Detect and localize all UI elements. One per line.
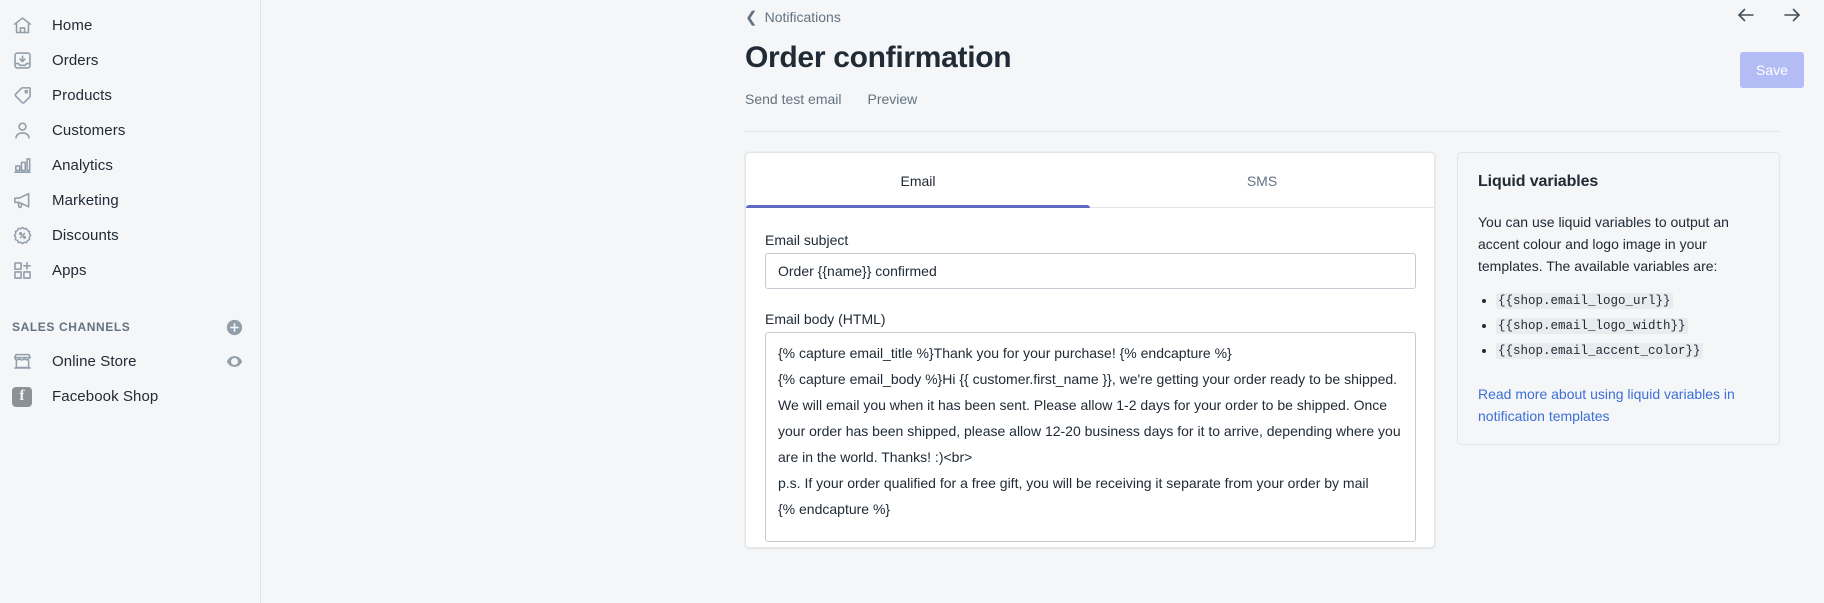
sidebar: Home Orders Products Customers Analytics (0, 0, 261, 603)
email-subject-label: Email subject (765, 232, 1415, 248)
email-subject-field: Email subject (765, 232, 1415, 289)
sidebar-item-label: Discounts (52, 228, 119, 243)
sidebar-item-label: Home (52, 18, 92, 33)
liquid-variable-code: {{shop.email_logo_width}} (1496, 318, 1688, 334)
sidebar-item-label: Apps (52, 263, 87, 278)
sidebar-item-customers[interactable]: Customers (0, 113, 260, 148)
card-body: Email subject Email body (HTML) {% captu… (746, 208, 1434, 547)
storefront-icon (12, 350, 42, 374)
main-area: Save ❮ Notifications Order confirmation … (261, 0, 1824, 603)
list-item: {{shop.email_logo_width}} (1496, 316, 1759, 334)
channel-tabs: Email SMS (746, 153, 1434, 208)
send-test-email-link[interactable]: Send test email (745, 91, 842, 107)
tab-email[interactable]: Email (746, 153, 1090, 207)
list-item: {{shop.email_accent_color}} (1496, 341, 1759, 359)
sidebar-item-online-store[interactable]: Online Store (0, 344, 260, 379)
liquid-variables-list: {{shop.email_logo_url}} {{shop.email_log… (1496, 291, 1759, 359)
liquid-variables-panel: Liquid variables You can use liquid vari… (1457, 152, 1780, 445)
page-title: Order confirmation (745, 41, 1780, 75)
sidebar-item-orders[interactable]: Orders (0, 43, 260, 78)
liquid-variables-title: Liquid variables (1478, 173, 1759, 191)
sidebar-item-apps[interactable]: Apps (0, 253, 260, 288)
breadcrumb[interactable]: ❮ Notifications (745, 9, 841, 25)
preview-link[interactable]: Preview (868, 91, 918, 107)
eye-icon[interactable] (225, 352, 244, 371)
sidebar-item-label: Products (52, 88, 112, 103)
products-tag-icon (12, 84, 42, 108)
chevron-left-icon: ❮ (745, 10, 758, 25)
tab-label: SMS (1247, 173, 1277, 189)
content-columns: Email SMS Email subject Email body (HTML… (745, 152, 1780, 548)
tab-sms[interactable]: SMS (1090, 153, 1434, 207)
marketing-megaphone-icon (12, 189, 42, 213)
sidebar-item-marketing[interactable]: Marketing (0, 183, 260, 218)
sidebar-item-discounts[interactable]: Discounts (0, 218, 260, 253)
header-divider (745, 131, 1779, 132)
sales-channels-title: SALES CHANNELS (12, 320, 130, 334)
page-content: ❮ Notifications Order confirmation Send … (745, 0, 1780, 548)
tab-label: Email (900, 173, 935, 189)
save-button[interactable]: Save (1740, 52, 1804, 88)
sidebar-item-facebook-shop[interactable]: f Facebook Shop (0, 379, 260, 414)
page-actions: Send test email Preview (745, 91, 1780, 107)
apps-grid-plus-icon (12, 259, 42, 283)
liquid-variable-code: {{shop.email_logo_url}} (1496, 293, 1673, 309)
liquid-variable-code: {{shop.email_accent_color}} (1496, 343, 1703, 359)
orders-icon (12, 49, 42, 73)
sales-channels-header: SALES CHANNELS (0, 310, 260, 344)
sidebar-item-label: Customers (52, 123, 125, 138)
liquid-variables-description: You can use liquid variables to output a… (1478, 211, 1759, 277)
arrow-left-icon[interactable] (1734, 3, 1758, 27)
discounts-percent-icon (12, 224, 42, 248)
list-item: {{shop.email_logo_url}} (1496, 291, 1759, 309)
analytics-bar-chart-icon (12, 154, 42, 178)
notification-card: Email SMS Email subject Email body (HTML… (745, 152, 1435, 548)
email-body-textarea[interactable]: {% capture email_title %}Thank you for y… (765, 332, 1416, 542)
liquid-variables-docs-link[interactable]: Read more about using liquid variables i… (1478, 383, 1740, 427)
arrow-right-icon[interactable] (1780, 3, 1804, 27)
sidebar-item-label: Online Store (52, 354, 137, 369)
home-icon (12, 14, 42, 38)
sidebar-item-home[interactable]: Home (0, 8, 260, 43)
sidebar-item-label: Orders (52, 53, 98, 68)
history-nav (1734, 3, 1804, 27)
sidebar-item-products[interactable]: Products (0, 78, 260, 113)
sidebar-item-label: Facebook Shop (52, 389, 158, 404)
plus-circle-icon[interactable] (225, 318, 244, 337)
sidebar-item-label: Analytics (52, 158, 113, 173)
facebook-icon: f (12, 385, 42, 409)
email-body-field: Email body (HTML) {% capture email_title… (765, 311, 1415, 547)
sidebar-item-label: Marketing (52, 193, 119, 208)
breadcrumb-label: Notifications (765, 9, 841, 25)
app-root: Home Orders Products Customers Analytics (0, 0, 1824, 603)
sidebar-item-analytics[interactable]: Analytics (0, 148, 260, 183)
email-subject-input[interactable] (765, 253, 1416, 289)
customers-person-icon (12, 119, 42, 143)
email-body-label: Email body (HTML) (765, 311, 1415, 327)
